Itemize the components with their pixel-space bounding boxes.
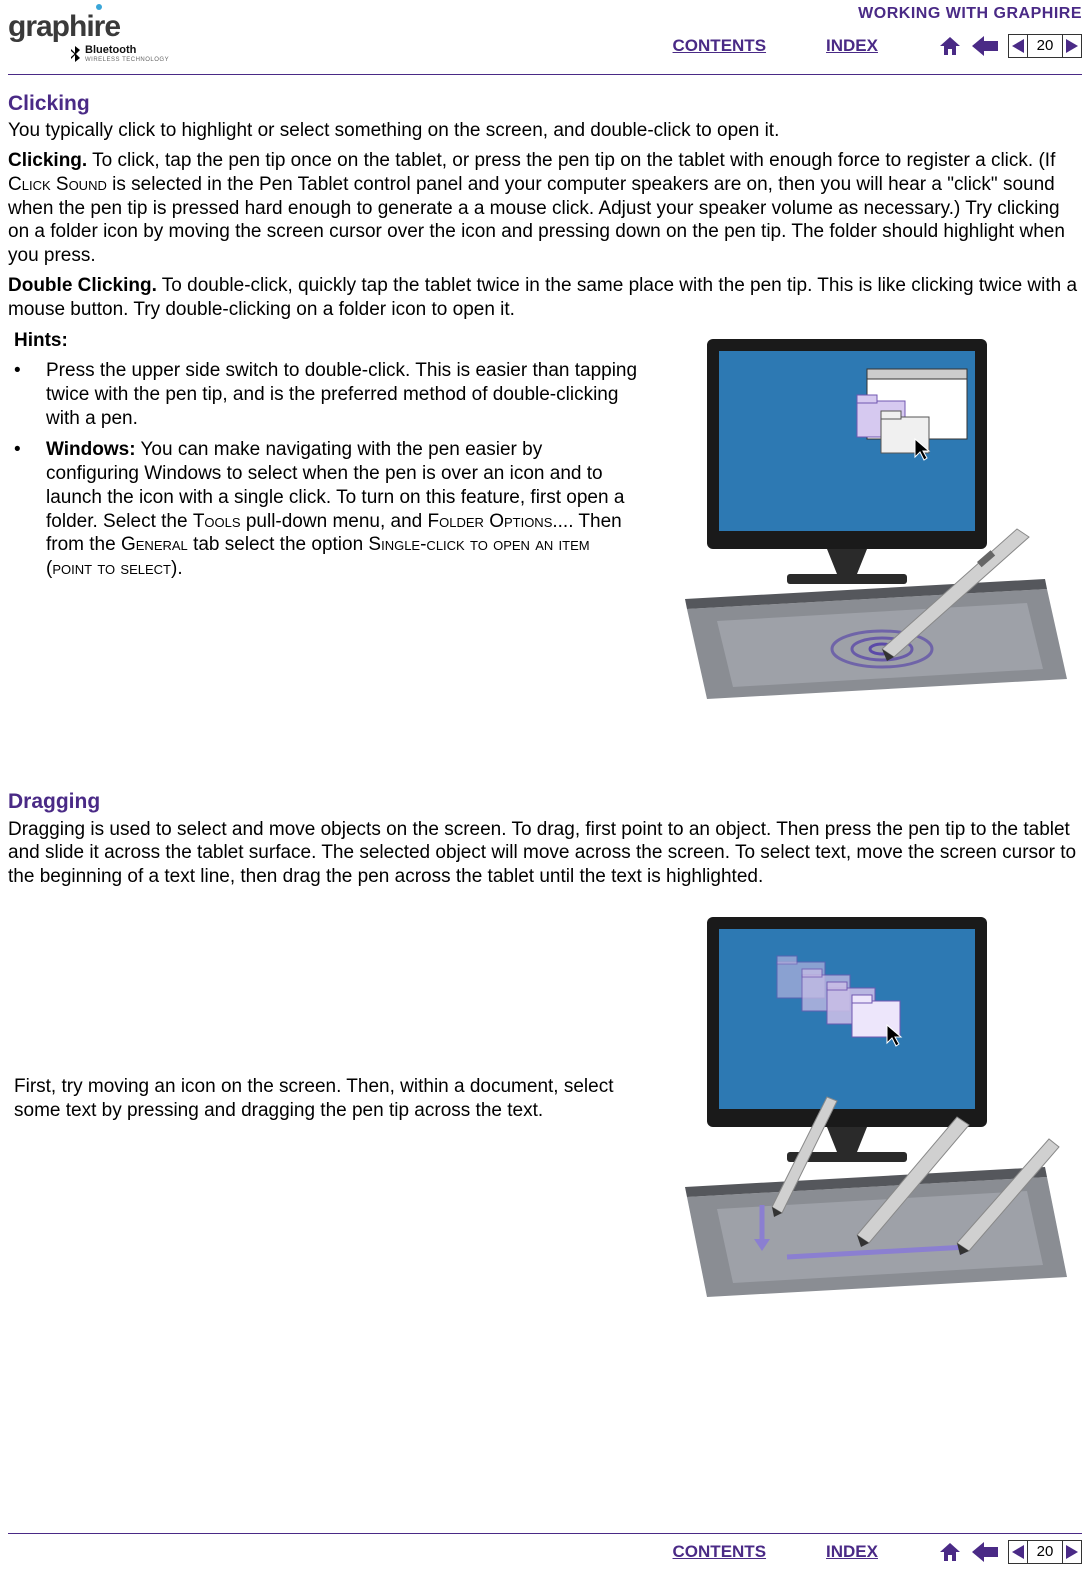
logo-text: graphire — [8, 10, 120, 43]
contents-link[interactable]: CONTENTS — [673, 35, 767, 56]
click-sound-term: Click Sound — [8, 174, 107, 195]
logo-dot-icon — [96, 4, 102, 10]
bluetooth-sublabel: WIRELESS TECHNOLOGY — [85, 57, 169, 65]
prev-page-icon[interactable] — [1009, 1545, 1027, 1559]
clicking-label: Clicking. — [8, 150, 87, 171]
drag-side-para: First, try moving an icon on the screen.… — [14, 1075, 628, 1123]
bullet-icon: • — [14, 438, 22, 581]
folder-options-term: Folder Options... — [428, 511, 569, 532]
tools-term: Tools — [193, 511, 241, 532]
logo-block: graphire Bluetooth WIRELESS TECHNOLOGY — [8, 4, 169, 65]
t5: pull-down menu, and — [241, 511, 428, 532]
windows-label: Windows: — [46, 439, 136, 460]
clicking-para-2: Double Clicking. To double-click, quickl… — [8, 274, 1082, 322]
hints-title: Hints: — [14, 329, 638, 353]
header-rule — [8, 74, 1082, 75]
nav-row-bottom: CONTENTS INDEX 20 — [8, 1540, 1082, 1564]
clicking-para-1: Clicking. To click, tap the pen tip once… — [8, 149, 1082, 268]
double-clicking-label: Double Clicking. — [8, 275, 157, 296]
clicking-heading[interactable]: Clicking — [8, 91, 1082, 117]
drag-row: First, try moving an icon on the screen.… — [8, 907, 1082, 1297]
bluetooth-label: Bluetooth — [85, 44, 169, 58]
clicking-illustration — [652, 329, 1082, 699]
page-header: graphire Bluetooth WIRELESS TECHNOLOGY W… — [0, 0, 1090, 72]
home-icon[interactable] — [938, 1541, 962, 1563]
nav-row-top: CONTENTS INDEX 20 — [673, 34, 1082, 58]
hints-row: Hints: • Press the upper side switch to … — [8, 329, 1082, 699]
hint-2-text: Windows: You can make navigating with th… — [46, 438, 638, 581]
t2: is selected in the Pen Tablet control pa… — [8, 174, 1065, 266]
page-number-footer: 20 — [1027, 1541, 1063, 1563]
t7: tab select the option — [188, 534, 369, 555]
section-title[interactable]: WORKING WITH GRAPHIRE — [858, 4, 1082, 24]
hint-item-1: • Press the upper side switch to double-… — [14, 359, 638, 430]
dragging-heading[interactable]: Dragging — [8, 789, 1082, 815]
t1: To click, tap the pen tip once on the ta… — [87, 150, 1055, 171]
hints-list: • Press the upper side switch to double-… — [14, 359, 638, 581]
t8: . — [177, 558, 182, 579]
hint-item-2: • Windows: You can make navigating with … — [14, 438, 638, 581]
hints-column: Hints: • Press the upper side switch to … — [8, 329, 638, 589]
header-right: WORKING WITH GRAPHIRE CONTENTS INDEX 20 — [169, 4, 1082, 58]
prev-page-icon[interactable] — [1009, 39, 1027, 53]
bluetooth-row: Bluetooth WIRELESS TECHNOLOGY — [70, 44, 169, 65]
back-arrow-icon[interactable] — [972, 36, 998, 56]
page-footer: CONTENTS INDEX 20 — [0, 1533, 1090, 1570]
clicking-intro: You typically click to highlight or sele… — [8, 119, 1082, 143]
bullet-icon: • — [14, 359, 22, 430]
nav-icons: 20 — [938, 34, 1082, 58]
index-link[interactable]: INDEX — [826, 35, 878, 56]
page-nav-box: 20 — [1008, 34, 1082, 58]
dragging-illustration — [652, 907, 1082, 1297]
footer-rule — [8, 1533, 1082, 1534]
general-term: General — [121, 534, 188, 555]
hint-1-text: Press the upper side switch to double-cl… — [46, 359, 638, 430]
bluetooth-icon — [70, 46, 81, 62]
dragging-para: Dragging is used to select and move obje… — [8, 818, 1082, 889]
next-page-icon[interactable] — [1063, 39, 1081, 53]
page-nav-box-footer: 20 — [1008, 1540, 1082, 1564]
page-number: 20 — [1027, 35, 1063, 57]
back-arrow-icon[interactable] — [972, 1542, 998, 1562]
index-link-footer[interactable]: INDEX — [826, 1541, 878, 1562]
home-icon[interactable] — [938, 35, 962, 57]
nav-icons-footer: 20 — [938, 1540, 1082, 1564]
drag-side-text: First, try moving an icon on the screen.… — [8, 1075, 638, 1129]
next-page-icon[interactable] — [1063, 1545, 1081, 1559]
logo: graphire — [8, 8, 120, 46]
t3: To double-click, quickly tap the tablet … — [8, 275, 1077, 320]
contents-link-footer[interactable]: CONTENTS — [673, 1541, 767, 1562]
page-content: Clicking You typically click to highligh… — [0, 85, 1090, 1297]
